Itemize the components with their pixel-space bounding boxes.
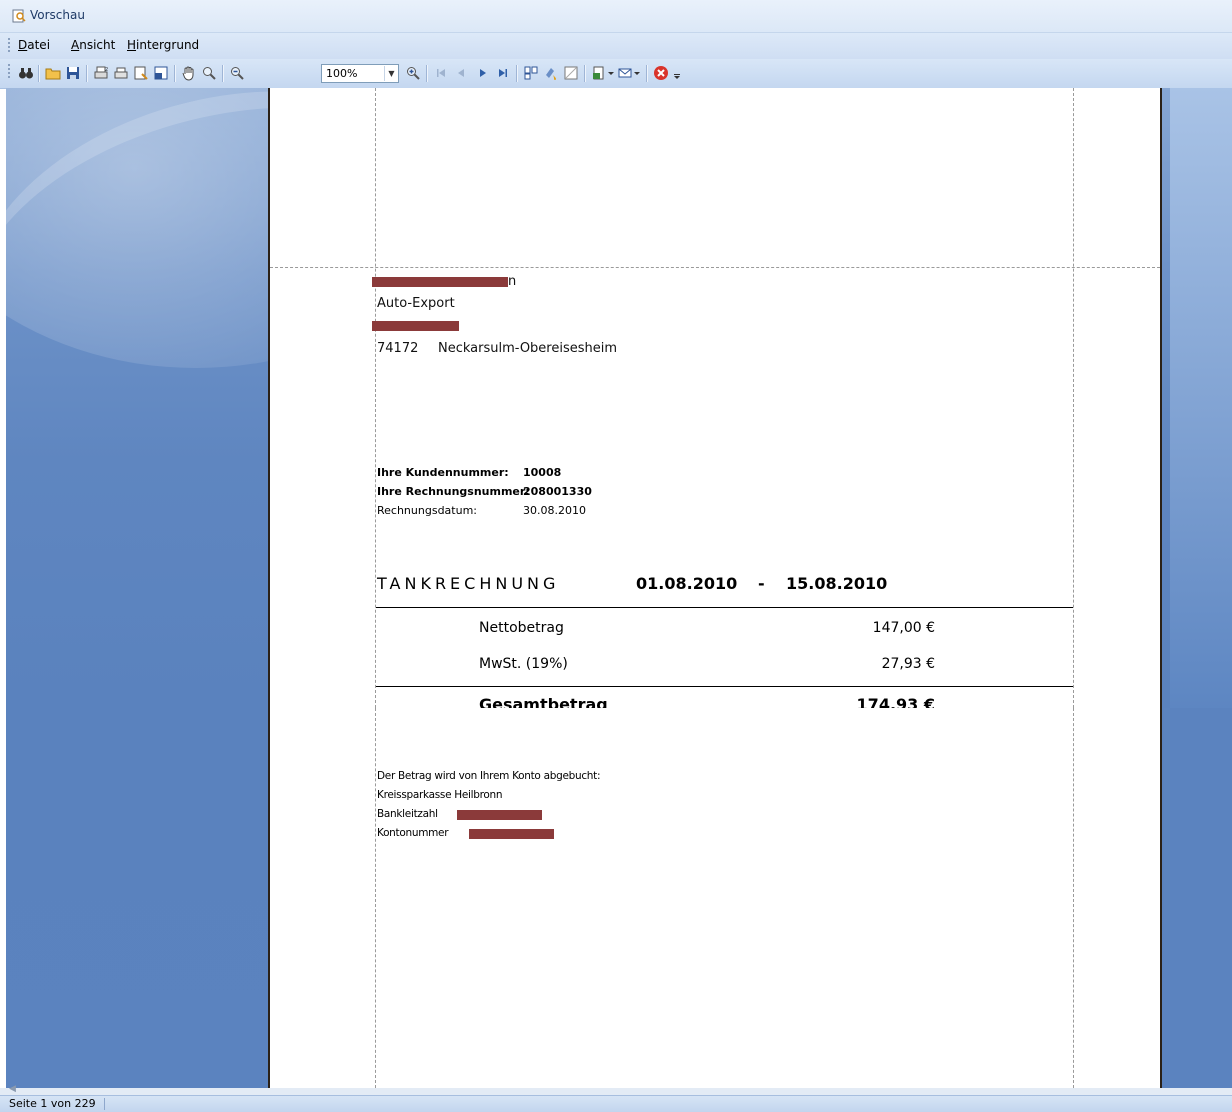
invoice-date-label: Rechnungsdatum: <box>377 504 477 517</box>
customer-number-value: 10008 <box>523 466 562 479</box>
quick-print-icon[interactable] <box>112 64 130 82</box>
toolbar: 2 <box>0 59 1232 89</box>
hand-tool-icon[interactable] <box>180 64 198 82</box>
period-dash: - <box>758 574 765 593</box>
preview-icon <box>12 9 26 23</box>
find-icon[interactable] <box>17 64 35 82</box>
address-city: Neckarsulm-Obereisesheim <box>438 341 618 356</box>
scroll-left-icon[interactable]: ◀ <box>9 1084 16 1094</box>
invoice-title: TANKRECHNUNG <box>377 574 560 593</box>
menu-hintergrund[interactable]: Hintergrund <box>127 38 199 52</box>
redacted-account-number <box>469 829 554 839</box>
header-margin-guide <box>270 267 1160 268</box>
workspace-right-lower <box>1164 708 1232 1088</box>
account-number-label: Kontonummer <box>377 827 449 839</box>
menu-datei[interactable]: Datei <box>18 38 50 52</box>
bank-code-label: Bankleitzahl <box>377 808 438 820</box>
customer-number-label: Ihre Kundennummer: <box>377 466 509 479</box>
toolbar-overflow-icon[interactable] <box>672 64 682 82</box>
document-page: n Auto-Export 74172 Neckarsulm-Obereises… <box>268 88 1162 708</box>
vat-value: 27,93 € <box>881 656 935 672</box>
net-amount-label: Nettobetrag <box>479 620 564 636</box>
invoice-number-label: Ihre Rechnungsnummer: <box>377 485 530 498</box>
total-rule <box>376 686 1073 687</box>
email-dropdown-icon[interactable] <box>632 64 642 82</box>
print-icon[interactable]: 2 <box>92 64 110 82</box>
svg-text:2: 2 <box>105 67 108 73</box>
magnifier-icon[interactable] <box>200 64 218 82</box>
menubar-grip[interactable] <box>8 38 10 54</box>
net-amount-value: 147,00 € <box>872 620 935 636</box>
vat-label: MwSt. (19%) <box>479 656 568 672</box>
menu-ansicht[interactable]: Ansicht <box>71 38 115 52</box>
page-indicator: Seite 1 von 229 <box>9 1097 96 1110</box>
export-dropdown-icon[interactable] <box>606 64 616 82</box>
color-icon[interactable] <box>542 64 560 82</box>
previous-page-icon[interactable] <box>452 64 470 82</box>
payment-note: Der Betrag wird von Ihrem Konto abgebuch… <box>377 770 601 782</box>
first-page-icon[interactable] <box>432 64 450 82</box>
last-page-icon[interactable] <box>494 64 512 82</box>
workspace-right-edge <box>1170 88 1232 708</box>
scale-icon[interactable] <box>152 64 170 82</box>
horizontal-scrollbar[interactable]: ◀ <box>0 1084 1232 1095</box>
save-icon[interactable] <box>64 64 82 82</box>
invoice-number-value: 208001330 <box>523 485 592 498</box>
total-label: Gesamtbetrag <box>479 695 608 708</box>
next-page-icon[interactable] <box>474 64 492 82</box>
zoom-value: 100% <box>326 67 358 80</box>
document-page-lower: Der Betrag wird von Ihrem Konto abgebuch… <box>268 708 1162 1088</box>
left-margin-guide <box>375 88 376 708</box>
redacted-bank-code <box>457 810 542 820</box>
heading-rule <box>376 607 1073 608</box>
window-title: Vorschau <box>30 8 85 22</box>
window-titlebar: Vorschau <box>0 0 1232 33</box>
invoice-date-value: 30.08.2010 <box>523 504 586 517</box>
address-line1-tail: n <box>508 274 517 289</box>
period-end: 15.08.2010 <box>786 574 888 593</box>
chevron-down-icon[interactable]: ▼ <box>384 66 398 81</box>
status-bar: Seite 1 von 229 <box>0 1095 1232 1112</box>
page-setup-icon[interactable] <box>132 64 150 82</box>
menu-bar: Datei Ansicht Hintergrund <box>0 33 1232 59</box>
multiple-pages-icon[interactable] <box>522 64 540 82</box>
zoom-select[interactable]: 100% ▼ <box>321 64 399 83</box>
period-start: 01.08.2010 <box>636 574 738 593</box>
address-company: Auto-Export <box>377 296 455 311</box>
total-value: 174,93 € <box>856 695 935 708</box>
redacted-street <box>372 321 459 331</box>
zoom-out-icon[interactable] <box>228 64 246 82</box>
bank-name: Kreissparkasse Heilbronn <box>377 789 503 801</box>
open-icon[interactable] <box>44 64 62 82</box>
watermark-icon[interactable] <box>562 64 580 82</box>
zoom-in-icon[interactable] <box>404 64 422 82</box>
redacted-name <box>372 277 508 287</box>
address-zip: 74172 <box>377 341 419 356</box>
right-margin-guide <box>1073 88 1074 708</box>
toolbar-grip[interactable] <box>8 64 10 80</box>
close-icon[interactable] <box>652 64 670 82</box>
